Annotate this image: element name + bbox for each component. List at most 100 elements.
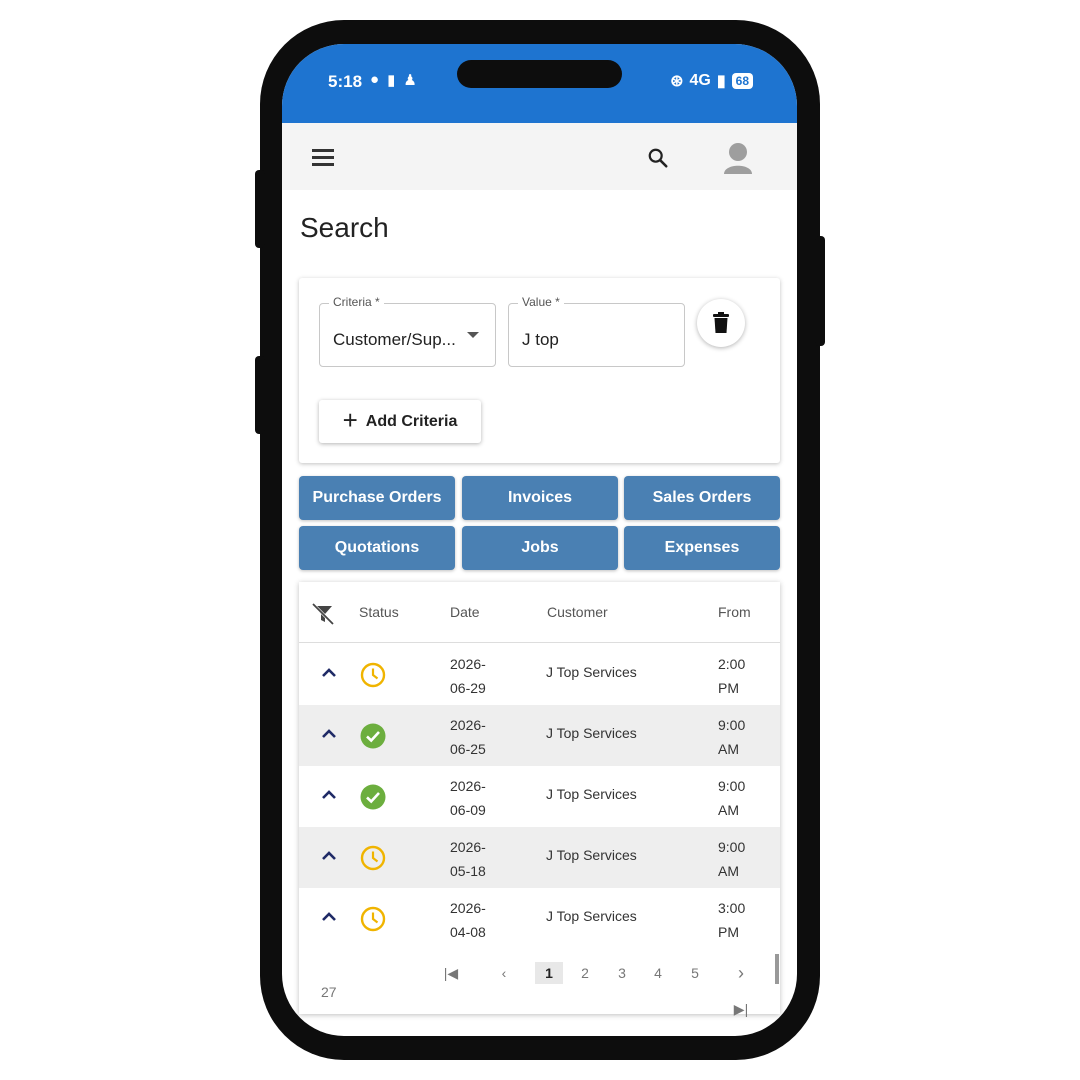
previous-page-icon[interactable]: ‹ [490, 962, 518, 984]
first-page-icon[interactable]: |◀ [437, 962, 465, 984]
expand-chevron-up-icon[interactable] [321, 727, 337, 739]
table-row[interactable]: 2026- 06-29 J Top Services 2:00 PM [299, 644, 780, 705]
from-cell: 9:00 AM [718, 713, 778, 761]
header-date[interactable]: Date [450, 604, 480, 620]
phone-screen: 5:18 ● ▮ ♟ ⊛ 4G ▮ 68 Search Criteria * C… [282, 44, 797, 1036]
expand-chevron-up-icon[interactable] [321, 910, 337, 922]
status-time: 5:18 [328, 72, 363, 91]
expand-chevron-up-icon[interactable] [321, 849, 337, 861]
header-customer[interactable]: Customer [547, 604, 608, 620]
dynamic-island [457, 60, 622, 88]
page-title: Search [300, 212, 389, 243]
date-line: 2026- [450, 656, 486, 672]
search-icon[interactable] [647, 147, 669, 169]
value-label: Value * [518, 295, 564, 309]
from-line: PM [718, 680, 739, 696]
app-bar [282, 123, 797, 190]
table-row[interactable]: 2026- 05-18 J Top Services 9:00 AM [299, 827, 780, 888]
from-line: 9:00 [718, 717, 746, 733]
page-2-button[interactable]: 2 [571, 962, 599, 984]
table-header: Status Date Customer From [299, 582, 780, 643]
page-1-button[interactable]: 1 [535, 962, 563, 984]
value-input[interactable]: Value * J top [508, 295, 685, 367]
total-count: 27 [321, 984, 337, 1000]
phone-volume-up-button [255, 170, 265, 248]
notification-icons: ● ▮ ♟ [370, 71, 417, 89]
from-cell: 3:00 PM [718, 896, 778, 944]
delete-criteria-button[interactable] [697, 299, 745, 347]
date-line: 06-25 [450, 741, 486, 757]
app-notification-icon: ▮ [387, 72, 396, 89]
pending-clock-icon [360, 845, 386, 871]
customer-cell: J Top Services [546, 786, 637, 802]
pagination: |◀ ‹ 1 2 3 4 5 › 27 ▶| [299, 956, 780, 1017]
account-avatar-icon[interactable] [722, 141, 754, 175]
date-line: 06-09 [450, 802, 486, 818]
criteria-label: Criteria * [329, 295, 384, 309]
jobs-button[interactable]: Jobs [462, 526, 618, 570]
hotspot-icon: ⊛ [670, 73, 684, 90]
add-criteria-button[interactable]: + Add Criteria [319, 400, 481, 443]
table-row[interactable]: 2026- 06-25 J Top Services 9:00 AM [299, 705, 780, 766]
plus-icon: + [342, 405, 358, 435]
phone-power-button [815, 236, 825, 346]
from-line: AM [718, 802, 739, 818]
quotations-button[interactable]: Quotations [299, 526, 455, 570]
header-status[interactable]: Status [359, 604, 399, 620]
from-line: 9:00 [718, 778, 746, 794]
from-cell: 2:00 PM [718, 652, 778, 700]
page-4-button[interactable]: 4 [644, 962, 672, 984]
customer-cell: J Top Services [546, 664, 637, 680]
from-line: PM [718, 924, 739, 940]
purchase-orders-button[interactable]: Purchase Orders [299, 476, 455, 520]
date-cell: 2026- 05-18 [450, 835, 510, 883]
results-table: Status Date Customer From 2026- 06-29 J … [299, 582, 780, 1017]
dropdown-arrow-icon [467, 332, 479, 338]
sales-orders-button[interactable]: Sales Orders [624, 476, 780, 520]
page-3-button[interactable]: 3 [608, 962, 636, 984]
from-line: AM [718, 863, 739, 879]
phone-volume-down-button [255, 356, 265, 434]
from-cell: 9:00 AM [718, 774, 778, 822]
page-5-button[interactable]: 5 [681, 962, 709, 984]
date-line: 06-29 [450, 680, 486, 696]
hamburger-menu-icon[interactable] [312, 149, 334, 166]
table-row[interactable]: 2026- 06-09 J Top Services 9:00 AM [299, 766, 780, 827]
date-line: 2026- [450, 839, 486, 855]
date-line: 2026- [450, 900, 486, 916]
from-line: 2:00 [718, 656, 746, 672]
invoices-button[interactable]: Invoices [462, 476, 618, 520]
from-line: 9:00 [718, 839, 746, 855]
expand-chevron-up-icon[interactable] [321, 788, 337, 800]
trash-icon [713, 312, 729, 333]
date-line: 04-08 [450, 924, 486, 940]
date-line: 05-18 [450, 863, 486, 879]
filter-off-icon[interactable] [311, 602, 335, 626]
date-cell: 2026- 06-09 [450, 774, 510, 822]
status-bar: 5:18 ● ▮ ♟ ⊛ 4G ▮ 68 [282, 44, 797, 123]
from-cell: 9:00 AM [718, 835, 778, 883]
criteria-value: Customer/Sup... [333, 330, 456, 349]
next-page-icon[interactable]: › [727, 962, 755, 984]
table-row[interactable]: 2026- 04-08 J Top Services 3:00 PM [299, 888, 780, 949]
from-line: AM [718, 741, 739, 757]
completed-check-icon [360, 723, 386, 749]
criteria-select[interactable]: Criteria * Customer/Sup... [319, 295, 496, 367]
status-right: ⊛ 4G ▮ 68 [670, 71, 753, 91]
customer-cell: J Top Services [546, 847, 637, 863]
teams-notification-icon: ♟ [403, 72, 417, 89]
criteria-card: Criteria * Customer/Sup... Value * J top… [299, 278, 780, 463]
pending-clock-icon [360, 662, 386, 688]
date-line: 2026- [450, 778, 486, 794]
customer-cell: J Top Services [546, 908, 637, 924]
last-page-icon[interactable]: ▶| [727, 998, 755, 1020]
table-scrollbar[interactable] [775, 954, 779, 984]
customer-cell: J Top Services [546, 725, 637, 741]
date-line: 2026- [450, 717, 486, 733]
date-cell: 2026- 06-25 [450, 713, 510, 761]
expand-chevron-up-icon[interactable] [321, 666, 337, 678]
header-from[interactable]: From [718, 604, 751, 620]
pending-clock-icon [360, 906, 386, 932]
date-cell: 2026- 04-08 [450, 896, 510, 944]
expenses-button[interactable]: Expenses [624, 526, 780, 570]
